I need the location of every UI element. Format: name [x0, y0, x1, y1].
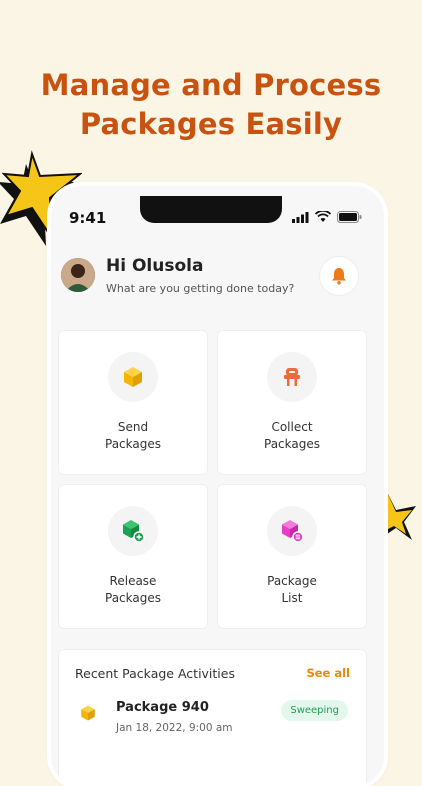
notification-button[interactable]	[319, 256, 359, 296]
recent-activities-title: Recent Package Activities	[75, 666, 235, 681]
wifi-icon	[315, 211, 331, 222]
headline: Manage and Process Packages Easily	[0, 66, 422, 144]
package-box-icon	[81, 705, 95, 721]
headline-line-1: Manage and Process	[40, 68, 382, 102]
package-list-label: Package List	[218, 573, 366, 607]
package-name: Package 940	[116, 700, 209, 715]
package-list-label-line1: Package	[267, 574, 317, 588]
collect-packages-label-line2: Packages	[264, 437, 320, 451]
recent-activities-card: Recent Package Activities See all Packag…	[58, 649, 367, 786]
send-packages-tile[interactable]: Send Packages	[58, 330, 208, 475]
collect-packages-icon-circle	[267, 352, 317, 402]
release-packages-label-line1: Release	[109, 574, 157, 588]
box-release-icon	[123, 520, 145, 543]
phone-notch	[140, 196, 282, 223]
signal-icon	[292, 211, 309, 223]
battery-icon	[337, 211, 362, 223]
collect-packages-label-line1: Collect	[271, 420, 313, 434]
release-packages-tile[interactable]: Release Packages	[58, 484, 208, 629]
release-packages-label-line2: Packages	[105, 591, 161, 605]
greeting: Hi Olusola	[106, 256, 204, 276]
status-badge: Sweeping	[281, 700, 348, 721]
box-icon	[124, 367, 142, 387]
release-packages-label: Release Packages	[59, 573, 207, 607]
package-list-icon-circle	[267, 506, 317, 556]
package-date: Jan 18, 2022, 9:00 am	[116, 722, 233, 734]
package-list-tile[interactable]: Package List	[217, 484, 367, 629]
send-packages-label: Send Packages	[59, 419, 207, 453]
user-photo-icon	[61, 258, 95, 292]
send-packages-label-line1: Send	[117, 420, 149, 434]
phone-mockup: 9:41 Hi Olusola What are you getting don…	[51, 186, 384, 786]
box-list-icon	[282, 520, 304, 543]
headline-line-2: Packages Easily	[79, 107, 343, 141]
avatar[interactable]	[61, 258, 95, 292]
robot-collector-icon	[284, 368, 300, 386]
star-decoration	[384, 486, 416, 540]
release-packages-icon-circle	[108, 506, 158, 556]
status-time: 9:41	[69, 209, 107, 227]
bell-icon	[332, 268, 346, 285]
send-packages-icon-circle	[108, 352, 158, 402]
status-icons	[292, 211, 362, 223]
package-list-label-line2: List	[281, 591, 303, 605]
see-all-link[interactable]: See all	[306, 666, 350, 680]
collect-packages-label: Collect Packages	[218, 419, 366, 453]
greeting-subtitle: What are you getting done today?	[106, 282, 295, 295]
collect-packages-tile[interactable]: Collect Packages	[217, 330, 367, 475]
send-packages-label-line2: Packages	[105, 437, 161, 451]
